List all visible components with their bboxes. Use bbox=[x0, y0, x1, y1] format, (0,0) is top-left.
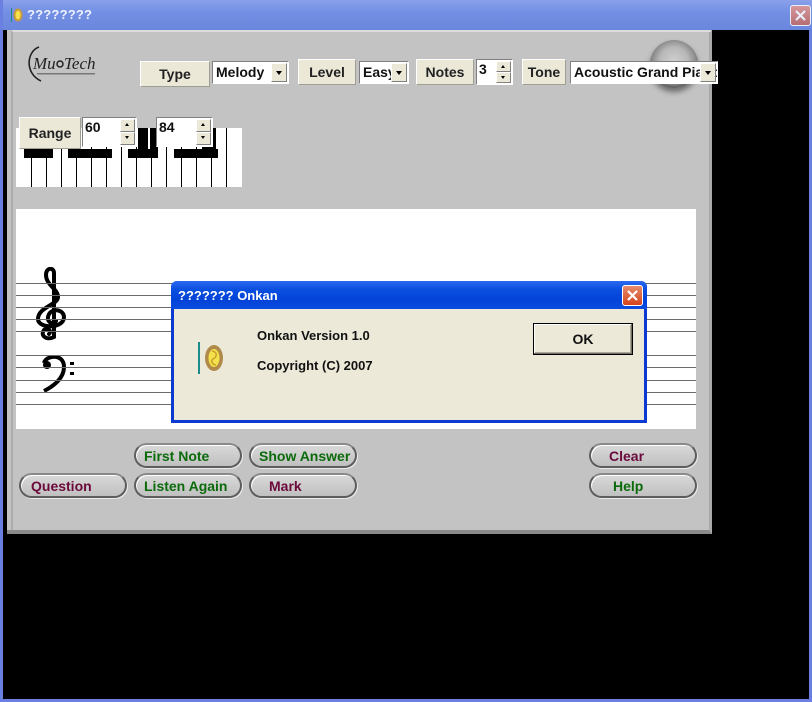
ear-icon bbox=[11, 8, 23, 22]
notes-label: Notes bbox=[416, 59, 474, 85]
spin-up-icon[interactable] bbox=[196, 119, 211, 132]
spin-down-icon[interactable] bbox=[196, 132, 211, 145]
ear-icon bbox=[198, 342, 223, 374]
show-answer-button[interactable]: Show Answer bbox=[249, 443, 357, 468]
range-label: Range bbox=[19, 117, 81, 149]
range-high-value: 84 bbox=[159, 119, 175, 135]
about-dialog: ??????? Onkan Onkan Version 1.0 Copyrigh… bbox=[171, 281, 647, 423]
tone-label: Tone bbox=[522, 59, 566, 85]
title-bar[interactable]: ???????? bbox=[3, 0, 812, 30]
app-window: ???????? Mu Tech Type Melody Level Easy … bbox=[0, 0, 812, 702]
close-icon bbox=[627, 290, 638, 301]
chevron-down-icon[interactable] bbox=[271, 63, 287, 82]
question-button[interactable]: Question bbox=[19, 473, 127, 498]
chevron-down-icon[interactable] bbox=[700, 63, 716, 82]
clear-button[interactable]: Clear bbox=[589, 443, 697, 468]
spin-down-icon[interactable] bbox=[496, 72, 511, 83]
chevron-down-icon[interactable] bbox=[391, 63, 407, 82]
tone-select-value: Acoustic Grand Piano bbox=[574, 64, 718, 80]
dialog-title-bar[interactable]: ??????? Onkan bbox=[171, 281, 647, 309]
black-key-group[interactable] bbox=[24, 149, 53, 158]
spin-up-icon[interactable] bbox=[120, 119, 135, 132]
dialog-close-button[interactable] bbox=[622, 285, 643, 306]
window-title: ???????? bbox=[27, 7, 93, 22]
first-note-button[interactable]: First Note bbox=[134, 443, 242, 468]
range-low-value: 60 bbox=[85, 119, 101, 135]
help-button[interactable]: Help bbox=[589, 473, 697, 498]
dialog-title: ??????? Onkan bbox=[178, 288, 278, 303]
ok-button[interactable]: OK bbox=[533, 323, 633, 355]
window-close-button[interactable] bbox=[790, 5, 811, 26]
spin-up-icon[interactable] bbox=[496, 61, 511, 72]
spin-down-icon[interactable] bbox=[120, 132, 135, 145]
mutech-logo: Mu Tech bbox=[28, 46, 96, 82]
type-select-value: Melody bbox=[216, 64, 265, 80]
black-key[interactable] bbox=[138, 128, 148, 158]
treble-clef-icon bbox=[35, 267, 67, 341]
level-select[interactable]: Easy bbox=[359, 61, 409, 84]
notes-stepper[interactable]: 3 bbox=[476, 59, 513, 85]
copyright-text: Copyright (C) 2007 bbox=[257, 358, 373, 373]
svg-text:Mu: Mu bbox=[32, 54, 56, 73]
white-key-divider bbox=[226, 128, 227, 187]
range-low-stepper[interactable]: 60 bbox=[82, 117, 137, 147]
type-label: Type bbox=[140, 61, 210, 87]
level-label: Level bbox=[298, 59, 356, 85]
range-high-stepper[interactable]: 84 bbox=[156, 117, 213, 147]
close-icon bbox=[795, 10, 806, 21]
listen-again-button[interactable]: Listen Again bbox=[134, 473, 242, 498]
svg-text:Tech: Tech bbox=[64, 54, 96, 73]
bass-clef-icon bbox=[42, 355, 74, 393]
black-key-group[interactable] bbox=[68, 149, 112, 158]
mark-button[interactable]: Mark bbox=[249, 473, 357, 498]
notes-value: 3 bbox=[479, 61, 487, 77]
version-text: Onkan Version 1.0 bbox=[257, 328, 370, 343]
tone-select[interactable]: Acoustic Grand Piano bbox=[570, 61, 718, 84]
type-select[interactable]: Melody bbox=[212, 61, 289, 84]
